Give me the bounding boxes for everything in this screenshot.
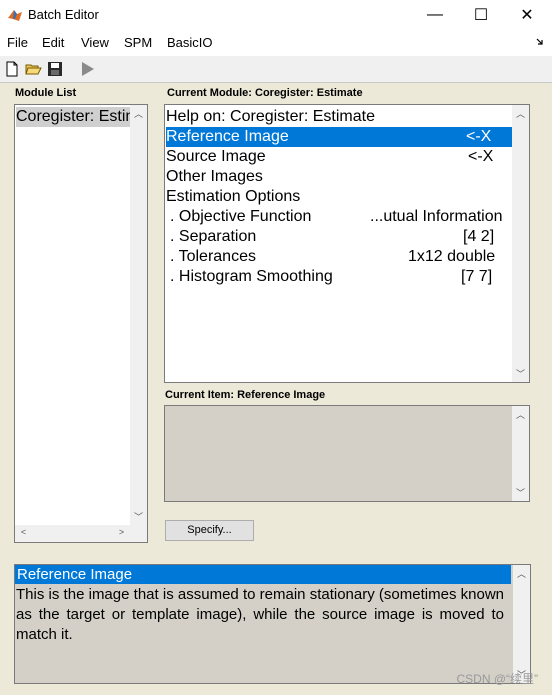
menu-bar: File Edit View SPM BasicIO <box>0 30 552 57</box>
matlab-app-icon <box>8 10 22 21</box>
scroll-right-icon[interactable]: > <box>113 527 130 537</box>
scroll-up-icon[interactable]: ︿ <box>513 567 530 580</box>
module-row-reference-image[interactable]: Reference Image <-X <box>166 127 512 147</box>
row-label: . Tolerances <box>170 248 256 265</box>
save-icon[interactable] <box>46 60 64 78</box>
row-value: [7 7] <box>461 268 493 285</box>
window-title: Batch Editor <box>28 7 99 22</box>
module-list-vscrollbar[interactable]: ︿ ﹀ <box>130 105 147 525</box>
row-label: . Histogram Smoothing <box>170 268 333 285</box>
menu-edit[interactable]: Edit <box>42 35 64 50</box>
menu-spm[interactable]: SPM <box>124 35 152 50</box>
help-text: This is the image that is assumed to rem… <box>16 586 504 643</box>
row-label: Other Images <box>166 168 263 185</box>
module-row-separation[interactable]: . Separation [4 2] <box>166 227 512 247</box>
row-label: . Separation <box>170 228 257 245</box>
row-label: Reference Image <box>166 128 289 145</box>
row-value: [4 2] <box>463 228 495 245</box>
row-value: ...utual Information <box>370 208 503 225</box>
new-file-icon[interactable] <box>3 60 21 78</box>
module-row-tolerances[interactable]: . Tolerances 1x12 double <box>166 247 512 267</box>
scroll-up-icon[interactable]: ︿ <box>512 408 529 421</box>
current-item-box[interactable]: ︿ ﹀ <box>164 405 530 502</box>
row-label: Estimation Options <box>166 188 301 205</box>
current-module-label: Current Module: Coregister: Estimate <box>167 87 363 99</box>
watermark: CSDN @“续里” <box>456 672 538 686</box>
dock-arrow-icon[interactable] <box>536 38 544 46</box>
maximize-button[interactable]: ☐ <box>458 0 504 30</box>
close-button[interactable]: ✕ <box>504 0 550 30</box>
module-row-help[interactable]: Help on: Coregister: Estimate <box>166 107 512 127</box>
module-row-objective-function[interactable]: . Objective Function ...utual Informatio… <box>166 207 512 227</box>
row-value: <-X <box>466 128 492 145</box>
scroll-left-icon[interactable]: < <box>15 527 32 537</box>
module-row-histogram-smoothing[interactable]: . Histogram Smoothing [7 7] <box>166 267 512 287</box>
module-item-coregister[interactable]: Coregister: Estim <box>16 107 133 127</box>
row-label: Source Image <box>166 148 266 165</box>
help-vscrollbar[interactable]: ︿ ﹀ <box>513 565 530 683</box>
menu-view[interactable]: View <box>81 35 109 50</box>
run-icon[interactable] <box>79 60 97 78</box>
minimize-button[interactable]: — <box>412 0 458 30</box>
menu-basicio[interactable]: BasicIO <box>167 35 213 50</box>
scroll-up-icon[interactable]: ︿ <box>130 107 147 120</box>
current-module-list[interactable]: Help on: Coregister: Estimate Reference … <box>164 104 530 383</box>
row-label: Help on: Coregister: Estimate <box>166 108 375 125</box>
current-module-vscrollbar[interactable]: ︿ ﹀ <box>512 105 529 382</box>
help-heading: Reference Image <box>15 565 511 584</box>
toolbar <box>0 56 552 83</box>
module-row-other-images[interactable]: Other Images <box>166 167 512 187</box>
row-value: 1x12 double <box>408 248 496 265</box>
menu-file[interactable]: File <box>7 35 28 50</box>
row-label: . Objective Function <box>170 208 312 225</box>
current-item-vscrollbar[interactable]: ︿ ﹀ <box>512 406 529 501</box>
scroll-down-icon[interactable]: ﹀ <box>512 486 529 499</box>
module-row-source-image[interactable]: Source Image <-X <box>166 147 512 167</box>
scroll-down-icon[interactable]: ﹀ <box>512 367 529 380</box>
row-value: <-X <box>468 148 494 165</box>
module-list-label: Module List <box>15 87 77 99</box>
module-list-hscrollbar[interactable]: < > <box>15 525 147 542</box>
specify-button[interactable]: Specify... <box>165 520 254 541</box>
title-bar: Batch Editor — ☐ ✕ <box>0 0 552 30</box>
open-folder-icon[interactable] <box>24 60 42 78</box>
scroll-down-icon[interactable]: ﹀ <box>130 510 147 523</box>
module-row-estimation-options[interactable]: Estimation Options <box>166 187 512 207</box>
scroll-up-icon[interactable]: ︿ <box>512 107 529 120</box>
current-item-label: Current Item: Reference Image <box>165 389 326 401</box>
module-list[interactable]: Coregister: Estim ︿ ﹀ < > <box>14 104 148 543</box>
